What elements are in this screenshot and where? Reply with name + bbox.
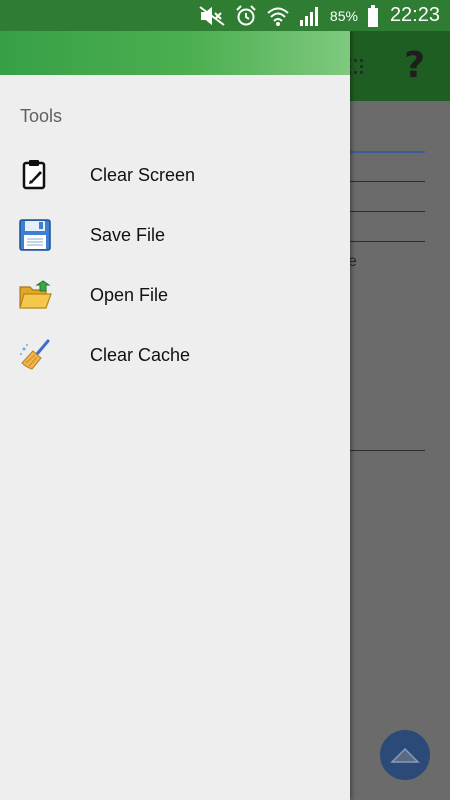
menu-item-open-file[interactable]: Open File xyxy=(0,265,350,325)
navigation-drawer: Tools Clear Screen Save File Open File C… xyxy=(0,31,350,800)
clock: 22:23 xyxy=(389,4,440,26)
menu-item-label: Save File xyxy=(90,224,166,245)
alarm-icon xyxy=(235,4,257,27)
menu-item-label: Open File xyxy=(90,284,169,305)
menu-item-clear-screen[interactable]: Clear Screen xyxy=(0,145,350,205)
help-icon[interactable]: ? xyxy=(404,45,425,86)
menu-item-save-file[interactable]: Save File xyxy=(0,205,350,265)
divider xyxy=(350,211,425,212)
section-title-tools: Tools xyxy=(20,106,63,126)
menu-item-label: Clear Screen xyxy=(90,164,196,185)
drawer-menu: Clear Screen Save File Open File Clear C… xyxy=(0,145,350,385)
divider xyxy=(350,151,425,153)
grid-icon xyxy=(348,57,364,82)
open-folder-icon xyxy=(18,279,52,311)
drawer-header xyxy=(0,31,350,75)
signal-icon xyxy=(299,6,321,26)
menu-item-clear-cache[interactable]: Clear Cache xyxy=(0,325,350,385)
wifi-icon xyxy=(266,5,290,27)
floppy-disk-icon xyxy=(18,219,52,251)
clipboard-icon xyxy=(18,159,52,191)
chevron-up-icon xyxy=(390,747,420,763)
broom-icon xyxy=(18,339,52,371)
battery-icon xyxy=(367,4,379,27)
divider xyxy=(350,181,425,182)
menu-item-label: Clear Cache xyxy=(90,344,191,365)
divider xyxy=(350,450,425,451)
divider xyxy=(350,241,425,242)
battery-percentage: 85% xyxy=(329,7,358,24)
status-bar: 85% 22:23 xyxy=(0,0,450,31)
scroll-up-button[interactable] xyxy=(380,730,430,780)
mute-icon xyxy=(198,5,226,26)
